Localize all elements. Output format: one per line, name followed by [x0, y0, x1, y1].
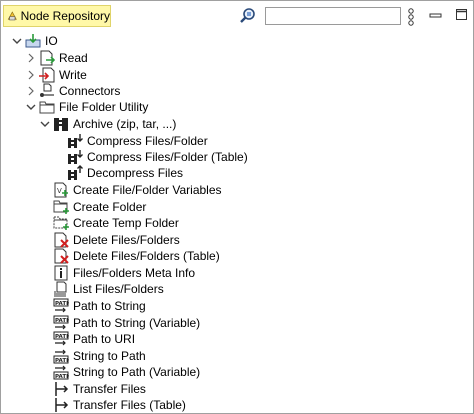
tree-item-files-folders-meta-info[interactable]: Files/Folders Meta Info: [51, 265, 195, 281]
path-to-string-variable-icon: PATH: [53, 315, 69, 330]
svg-text:PATH: PATH: [55, 318, 69, 324]
tree-item-label: List Files/Folders: [73, 282, 164, 296]
tree-item-delete-files-folders-table[interactable]: Delete Files/Folders (Table): [51, 248, 220, 264]
tree-item-file-folder-utility[interactable]: File Folder Utility: [25, 99, 148, 115]
tree-item-label: Path to String: [73, 299, 146, 313]
search-options-icon[interactable]: [407, 8, 415, 26]
write-node-icon: [39, 67, 55, 83]
tree-item-list-files-folders[interactable]: List Files/Folders: [51, 281, 164, 297]
tree-item-label: Delete Files/Folders: [73, 233, 180, 247]
tree-item-path-to-string-variable[interactable]: PATH Path to String (Variable): [51, 315, 200, 331]
panel-header: Node Repository: [1, 1, 474, 31]
create-temp-folder-icon: [53, 216, 69, 230]
chevron-right-icon[interactable]: [25, 83, 37, 99]
tree-item-label: Transfer Files: [73, 382, 146, 396]
chevron-down-icon[interactable]: [11, 33, 23, 49]
tree-item-label: Write: [59, 68, 87, 82]
folder-icon: [39, 101, 55, 114]
compress-icon: [68, 134, 83, 148]
minimize-icon[interactable]: [429, 10, 443, 22]
tree-item-label: Connectors: [59, 84, 121, 98]
delete-files-icon: [54, 232, 69, 248]
path-to-uri-icon: PATH: [53, 331, 69, 346]
string-to-path-variable-icon: PATH: [53, 365, 69, 380]
io-category-icon: [25, 34, 41, 48]
tree-item-compress-files-folder-table[interactable]: Compress Files/Folder (Table): [65, 149, 248, 165]
tree-item-label: Create Temp Folder: [73, 216, 179, 230]
tree-item-label: Create File/Folder Variables: [73, 183, 222, 197]
tree-item-create-folder[interactable]: Create Folder: [51, 199, 146, 215]
svg-text:V: V: [57, 187, 62, 195]
archive-icon: [54, 118, 68, 131]
svg-text:PATH: PATH: [55, 334, 69, 340]
tree-item-label: Transfer Files (Table): [73, 398, 186, 412]
tree-item-decompress-files[interactable]: Decompress Files: [65, 165, 183, 181]
tree-item-path-to-string[interactable]: PATH Path to String: [51, 298, 146, 314]
panel-title: Node Repository: [20, 9, 110, 23]
tree-item-label: File Folder Utility: [59, 100, 149, 114]
tree-item-io[interactable]: IO: [11, 33, 58, 49]
tree-item-label: Path to URI: [73, 332, 136, 346]
tree-item-label: Read: [59, 51, 88, 65]
tab-node-repository[interactable]: Node Repository: [3, 5, 111, 27]
read-node-icon: [40, 50, 55, 66]
list-files-icon: [54, 281, 67, 297]
create-folder-icon: [53, 200, 69, 214]
tree-item-string-to-path[interactable]: PATH String to Path: [51, 348, 146, 364]
tree-item-label: Create Folder: [73, 200, 147, 214]
tree-item-write[interactable]: Write: [25, 67, 87, 83]
maximize-icon[interactable]: [455, 8, 469, 22]
search-mode-icon[interactable]: [239, 7, 257, 25]
string-to-path-icon: PATH: [53, 349, 69, 364]
tree-item-label: Compress Files/Folder: [87, 134, 208, 148]
connectors-icon: [40, 83, 54, 97]
svg-text:PATH: PATH: [55, 301, 69, 307]
tree-item-transfer-files-table[interactable]: Transfer Files (Table): [51, 397, 186, 413]
tree-item-label: IO: [45, 34, 58, 48]
path-to-string-icon: PATH: [53, 298, 69, 313]
tree-item-label: String to Path (Variable): [73, 365, 201, 379]
compress-icon: [68, 150, 83, 164]
tree-item-create-file-folder-variables[interactable]: V Create File/Folder Variables: [51, 182, 222, 198]
tree-item-label: Compress Files/Folder (Table): [87, 150, 248, 164]
tree-item-string-to-path-variable[interactable]: PATH String to Path (Variable): [51, 364, 200, 380]
tree-item-read[interactable]: Read: [25, 50, 88, 66]
tree-item-label: Delete Files/Folders (Table): [73, 249, 220, 263]
tree-item-label: String to Path: [73, 349, 146, 363]
tree-item-path-to-uri[interactable]: PATH Path to URI: [51, 331, 135, 347]
node-repository-icon: [7, 11, 17, 21]
search-input[interactable]: [265, 7, 401, 25]
transfer-files-table-icon: [55, 398, 69, 412]
tree-item-create-temp-folder[interactable]: Create Temp Folder: [51, 215, 179, 231]
svg-text:PATH: PATH: [55, 374, 69, 380]
transfer-files-icon: [55, 382, 69, 396]
decompress-icon: [68, 165, 83, 180]
tree-item-connectors[interactable]: Connectors: [25, 83, 120, 99]
tree-item-label: Decompress Files: [87, 166, 184, 180]
tree-item-archive[interactable]: Archive (zip, tar, ...): [39, 116, 176, 132]
delete-files-table-icon: [54, 248, 69, 264]
tree-item-label: Files/Folders Meta Info: [73, 266, 196, 280]
tree-item-transfer-files[interactable]: Transfer Files: [51, 381, 146, 397]
node-repository-panel: Node Repository IO Read Write Connectors…: [0, 0, 474, 414]
tree-item-label: Path to String (Variable): [73, 316, 201, 330]
meta-info-icon: [54, 265, 68, 281]
chevron-down-icon[interactable]: [25, 99, 37, 115]
chevron-right-icon[interactable]: [25, 67, 37, 83]
chevron-down-icon[interactable]: [39, 116, 51, 132]
tree-item-label: Archive (zip, tar, ...): [73, 117, 177, 131]
tree-item-compress-files-folder[interactable]: Compress Files/Folder: [65, 133, 208, 149]
create-variables-icon: V: [54, 182, 68, 198]
tree-item-delete-files-folders[interactable]: Delete Files/Folders: [51, 232, 180, 248]
chevron-right-icon[interactable]: [25, 50, 37, 66]
